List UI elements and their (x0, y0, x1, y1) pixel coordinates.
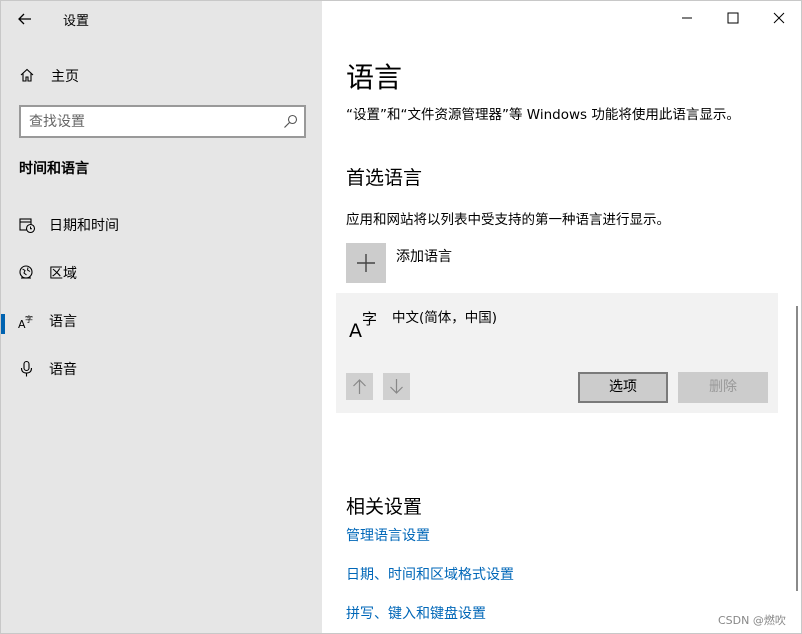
search-box[interactable] (19, 105, 306, 138)
svg-text:A: A (349, 320, 362, 339)
app-title: 设置 (63, 14, 90, 29)
sidebar-item-label: 语言 (49, 314, 77, 330)
preferred-languages-heading: 首选语言 (346, 167, 423, 189)
arrow-down-icon (390, 379, 403, 394)
preferred-languages-description: 应用和网站将以列表中受支持的第一种语言进行显示。 (346, 212, 670, 228)
microphone-icon (20, 360, 33, 377)
add-language-label: 添加语言 (396, 249, 452, 265)
search-input[interactable] (29, 112, 269, 132)
scrollbar[interactable] (796, 306, 798, 591)
link-manage-language-settings[interactable]: 管理语言设置 (346, 525, 430, 545)
move-down-button[interactable] (383, 373, 410, 400)
sidebar-section-title: 时间和语言 (19, 161, 89, 177)
back-button[interactable] (15, 9, 35, 29)
settings-window: 设置 主页 时间和语言 日期和时间 (0, 0, 802, 634)
remove-button[interactable]: 删除 (678, 372, 768, 403)
main-content: 语言 “设置”和“文件资源管理器”等 Windows 功能将使用此语言显示。 首… (322, 1, 801, 633)
plus-icon (346, 243, 386, 283)
sidebar-item-home[interactable]: 主页 (1, 59, 322, 91)
sidebar-item-speech[interactable]: 语音 (1, 350, 322, 390)
sidebar-item-date-time[interactable]: 日期和时间 (1, 206, 322, 246)
language-list-item[interactable]: A 字 中文(简体，中国) 选项 删除 (336, 293, 778, 413)
page-title: 语言 (346, 61, 403, 94)
arrow-up-icon (353, 379, 366, 394)
globe-icon (19, 265, 33, 279)
search-icon[interactable] (283, 114, 298, 129)
related-settings-heading: 相关设置 (346, 496, 423, 518)
language-icon: A 字 (349, 310, 377, 339)
svg-text:字: 字 (362, 310, 377, 328)
sidebar-item-label: 区域 (49, 266, 77, 282)
move-up-button[interactable] (346, 373, 373, 400)
sidebar-item-language[interactable]: A 字 语言 (1, 302, 322, 342)
back-arrow-icon (18, 13, 31, 25)
sidebar-item-label: 日期和时间 (49, 218, 119, 234)
language-name: 中文(简体，中国) (392, 310, 498, 326)
svg-text:字: 字 (25, 314, 33, 324)
page-description: “设置”和“文件资源管理器”等 Windows 功能将使用此语言显示。 (346, 107, 740, 123)
options-button[interactable]: 选项 (578, 372, 668, 403)
link-date-time-region-format[interactable]: 日期、时间和区域格式设置 (346, 564, 514, 584)
sidebar: 设置 主页 时间和语言 日期和时间 (1, 1, 322, 633)
add-language-button[interactable]: 添加语言 (346, 243, 646, 285)
language-icon: A 字 (18, 314, 33, 330)
sidebar-item-label: 语音 (49, 362, 77, 378)
sidebar-item-region[interactable]: 区域 (1, 254, 322, 294)
link-spelling-typing-keyboard[interactable]: 拼写、键入和键盘设置 (346, 603, 486, 623)
calendar-clock-icon (19, 218, 36, 234)
home-icon (20, 68, 34, 82)
sidebar-item-label: 主页 (51, 69, 79, 85)
watermark: CSDN @燃吹 (718, 614, 786, 627)
